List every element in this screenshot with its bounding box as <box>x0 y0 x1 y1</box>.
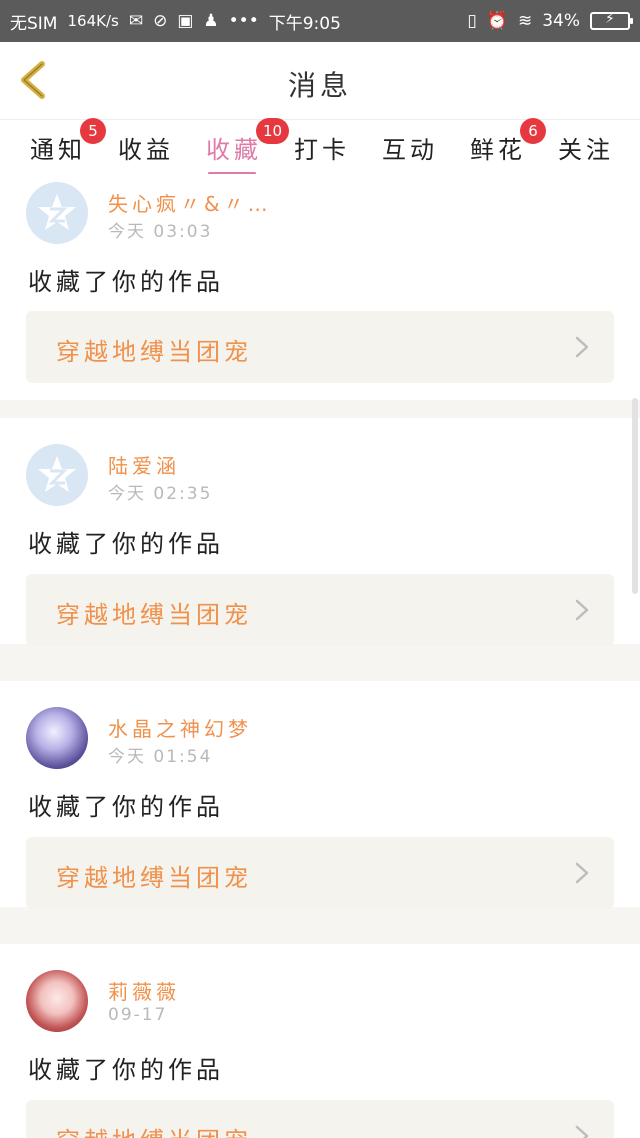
network-speed: 164K/s <box>67 12 119 30</box>
timestamp: 今天 02:35 <box>108 484 213 504</box>
user-name[interactable]: 水晶之神幻梦 <box>108 713 252 742</box>
timestamp: 09-17 <box>108 1005 168 1025</box>
tab-flowers[interactable]: 鲜花 6 <box>470 118 546 165</box>
carrier-label: 无SIM <box>10 13 58 34</box>
user-name[interactable]: 莉薇薇 <box>108 976 180 1005</box>
chevron-right-icon <box>575 862 589 884</box>
alarm-icon: ⏰ <box>486 10 508 31</box>
tab-label: 关注 <box>558 136 614 164</box>
default-avatar[interactable] <box>26 182 88 244</box>
user-name[interactable]: 陆爱涵 <box>108 450 180 479</box>
chevron-right-icon <box>575 336 589 358</box>
work-link[interactable]: 穿越地缚当团宠 <box>26 1100 614 1138</box>
status-bar: 无SIM 164K/s ✉ ⊘ ▣ ♟ ••• 下午9:05 ▯ ⏰ ≋ 34%… <box>0 0 640 42</box>
no-signal-icon: ⊘ <box>153 10 168 31</box>
tab-label: 收益 <box>118 136 174 164</box>
action-text: 收藏了你的作品 <box>28 530 224 558</box>
messages-screen: 无SIM 164K/s ✉ ⊘ ▣ ♟ ••• 下午9:05 ▯ ⏰ ≋ 34%… <box>0 0 640 1138</box>
battery-percent: 34% <box>542 11 580 31</box>
wifi-icon: ≋ <box>517 10 533 31</box>
timestamp: 今天 03:03 <box>108 222 213 242</box>
unread-badge: 5 <box>80 118 106 144</box>
action-text: 收藏了你的作品 <box>28 268 224 296</box>
action-text: 收藏了你的作品 <box>28 1056 224 1084</box>
notification-icon: ▣ <box>177 10 194 31</box>
work-title: 穿越地缚当团宠 <box>56 1121 252 1138</box>
status-left: 无SIM 164K/s ✉ ⊘ ▣ ♟ ••• 下午9:05 <box>10 9 341 34</box>
clock-time: 下午9:05 <box>268 13 341 34</box>
tab-label: 通知 <box>30 136 86 164</box>
tab-earnings[interactable]: 收益 <box>118 130 174 165</box>
work-link[interactable]: 穿越地缚当团宠 <box>26 837 614 909</box>
photo-avatar[interactable] <box>26 970 88 1032</box>
tab-interaction[interactable]: 互动 <box>382 130 438 165</box>
status-right: ▯ ⏰ ≋ 34% ⚡ <box>467 10 633 31</box>
chevron-right-icon <box>575 1125 589 1138</box>
work-title: 穿越地缚当团宠 <box>56 864 252 892</box>
timestamp: 今天 01:54 <box>108 747 213 767</box>
photo-avatar[interactable] <box>26 707 88 769</box>
tab-bar: 通知 5 收益 收藏 10 打卡 互动 鲜花 6 关注 <box>0 118 640 175</box>
work-title: 穿越地缚当团宠 <box>56 601 252 629</box>
tab-favorites[interactable]: 收藏 10 <box>206 118 290 175</box>
top-header: 消息 <box>0 42 640 120</box>
default-avatar-icon <box>38 194 76 230</box>
battery-icon: ⚡ <box>590 11 633 30</box>
tab-notify[interactable]: 通知 5 <box>30 118 106 165</box>
wechat-icon: ✉ <box>128 10 144 31</box>
scrollbar[interactable] <box>632 398 638 594</box>
action-text: 收藏了你的作品 <box>28 793 224 821</box>
qq-icon: ♟ <box>203 10 219 31</box>
default-avatar-icon <box>38 456 76 492</box>
chevron-right-icon <box>575 599 589 621</box>
vibrate-icon: ▯ <box>467 10 477 31</box>
unread-badge: 10 <box>256 118 290 144</box>
tab-label: 鲜花 <box>470 136 526 164</box>
default-avatar[interactable] <box>26 444 88 506</box>
tab-label: 收藏 <box>206 136 262 164</box>
tab-follow[interactable]: 关注 <box>558 130 614 165</box>
unread-badge: 6 <box>520 118 546 144</box>
page-title: 消息 <box>287 69 352 102</box>
tab-label: 互动 <box>382 136 438 164</box>
work-link[interactable]: 穿越地缚当团宠 <box>26 574 614 646</box>
more-icon: ••• <box>228 10 259 31</box>
work-link[interactable]: 穿越地缚当团宠 <box>26 311 614 383</box>
tab-checkin[interactable]: 打卡 <box>294 130 350 165</box>
work-title: 穿越地缚当团宠 <box>56 338 252 366</box>
list-item[interactable]: 莉薇薇 09-17 收藏了你的作品 穿越地缚当团宠 <box>0 944 640 1138</box>
tab-label: 打卡 <box>294 136 350 164</box>
user-name[interactable]: 失心疯〃&〃… <box>108 188 272 217</box>
list-item[interactable]: 失心疯〃&〃… 今天 03:03 收藏了你的作品 穿越地缚当团宠 <box>0 174 640 400</box>
list-item[interactable]: 水晶之神幻梦 今天 01:54 收藏了你的作品 穿越地缚当团宠 <box>0 681 640 909</box>
list-item[interactable]: 陆爱涵 今天 02:35 收藏了你的作品 穿越地缚当团宠 <box>0 418 640 646</box>
